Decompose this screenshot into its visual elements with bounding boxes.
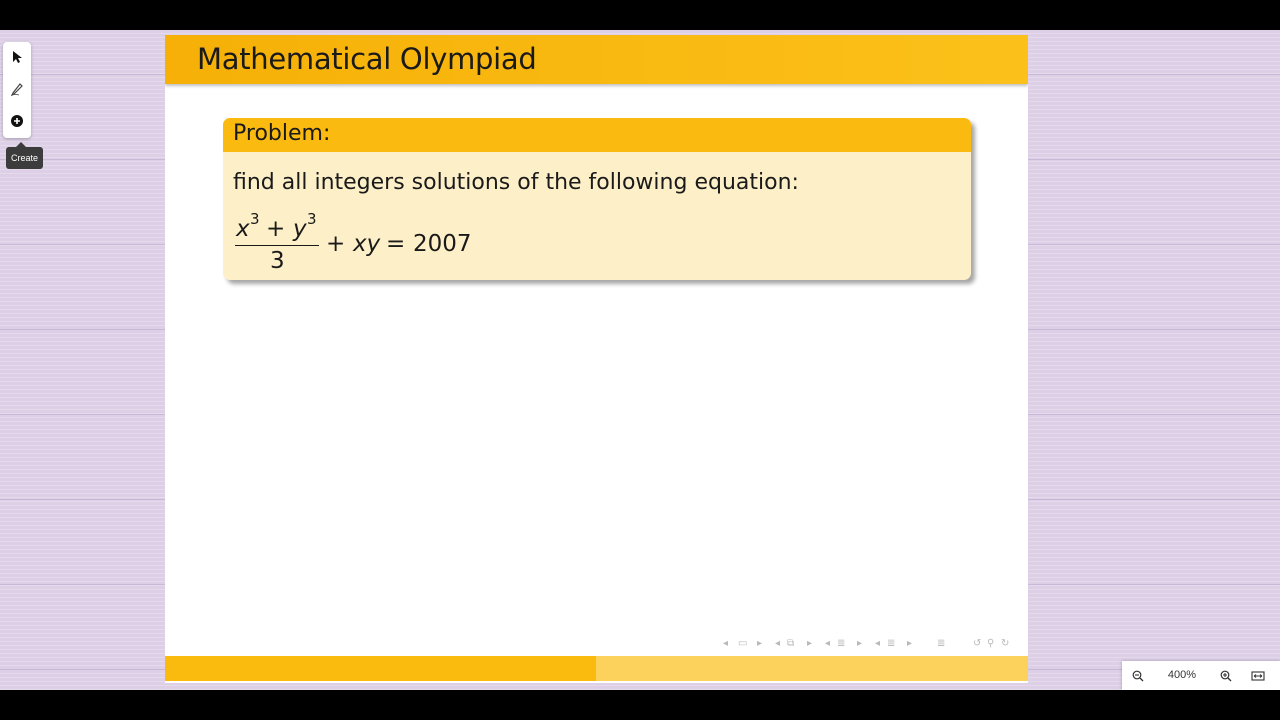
nav-next-slide-icon[interactable]: ▸ xyxy=(757,638,762,649)
footer-bar-right xyxy=(596,656,1028,681)
create-tooltip: Create xyxy=(6,142,44,169)
zoom-controls: 400% xyxy=(1122,661,1280,690)
term-xy: xy xyxy=(353,231,381,257)
equation: x 3 + y 3 3 + xy = 2007 xyxy=(233,210,533,274)
nav-next-frame-icon[interactable]: ▸ xyxy=(807,638,812,649)
nav-prev-slide-icon[interactable]: ◂ xyxy=(723,638,728,649)
rhs-value: 2007 xyxy=(413,231,472,257)
zoom-level[interactable]: 400% xyxy=(1166,669,1198,681)
slide-title: Mathematical Olympiad xyxy=(197,42,537,76)
problem-block: Problem: find all integers solutions of … xyxy=(223,118,971,280)
nav-slide-icon[interactable]: ▭ xyxy=(738,638,747,649)
nav-prev-subsection-icon[interactable]: ◂ xyxy=(825,638,830,649)
slide-page: Mathematical Olympiad Problem: find all … xyxy=(165,35,1028,683)
nav-frame-icon[interactable]: ⧉ xyxy=(787,638,794,649)
nav-next-subsection-icon[interactable]: ▸ xyxy=(857,638,862,649)
slide-header: Mathematical Olympiad xyxy=(165,35,1028,84)
nav-next-section-icon[interactable]: ▸ xyxy=(907,638,912,649)
fit-width-icon[interactable] xyxy=(1248,666,1268,686)
add-circle-icon[interactable] xyxy=(7,111,27,131)
tool-palette xyxy=(3,42,31,138)
denominator: 3 xyxy=(270,248,285,274)
equals-sign: = xyxy=(386,231,406,257)
fraction-bar xyxy=(235,245,319,246)
nav-back-icon[interactable]: ↺ xyxy=(973,638,981,649)
nav-section-icon[interactable]: ≣ xyxy=(887,638,895,649)
nav-toc-icon[interactable]: ≣ xyxy=(937,638,945,649)
pen-icon[interactable] xyxy=(7,79,27,99)
nav-prev-frame-icon[interactable]: ◂ xyxy=(775,638,780,649)
nav-forward-icon[interactable]: ↻ xyxy=(1001,638,1009,649)
numerator-x: x xyxy=(236,216,250,242)
whiteboard-canvas[interactable]: Create Mathematical Olympiad Problem: fi… xyxy=(0,30,1280,690)
nav-prev-section-icon[interactable]: ◂ xyxy=(875,638,880,649)
numerator-y: y xyxy=(293,216,307,242)
nav-search-icon[interactable]: ⚲ xyxy=(987,638,994,649)
footer-bar-left xyxy=(165,656,596,681)
exponent-x: 3 xyxy=(250,210,260,228)
block-header: Problem: xyxy=(223,118,971,152)
beamer-navigation: ◂ ▭ ▸ ◂ ⧉ ▸ ◂ ≣ ▸ ◂ ≣ ▸ ≣ ↺ ⚲ ↻ xyxy=(723,638,1023,654)
zoom-in-icon[interactable] xyxy=(1216,666,1236,686)
pointer-icon[interactable] xyxy=(7,47,27,67)
plus-sign: + xyxy=(266,216,286,242)
problem-statement: find all integers solutions of the follo… xyxy=(233,170,799,195)
nav-subsection-icon[interactable]: ≣ xyxy=(837,638,845,649)
zoom-out-icon[interactable] xyxy=(1128,666,1148,686)
plus-sign-2: + xyxy=(326,231,346,257)
exponent-y: 3 xyxy=(307,210,317,228)
block-title: Problem: xyxy=(233,121,331,146)
